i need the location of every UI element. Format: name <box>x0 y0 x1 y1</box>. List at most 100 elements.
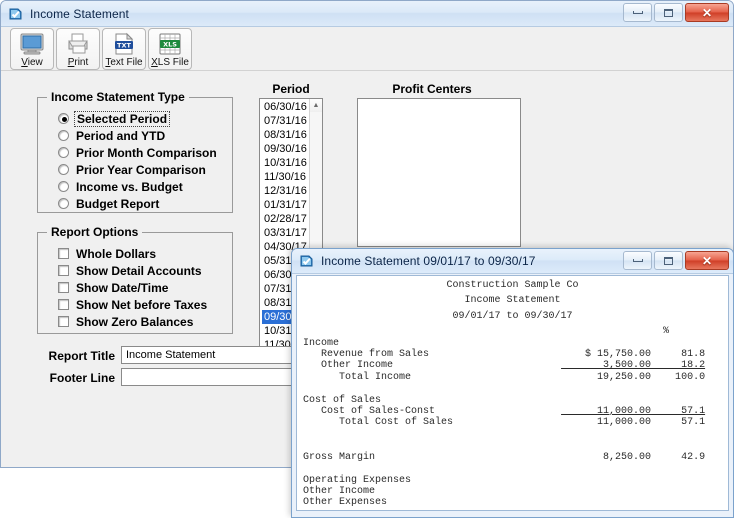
checkbox-show-detail-accounts-label: Show Detail Accounts <box>76 264 202 278</box>
report-line <box>297 509 728 511</box>
report-line <box>297 383 728 394</box>
period-list-item[interactable]: 06/30/16 <box>262 100 309 114</box>
checkbox-show-zero-balances[interactable]: Show Zero Balances <box>58 313 207 330</box>
report-window-title: Income Statement 09/01/17 to 09/30/17 <box>321 254 536 268</box>
period-list-item[interactable]: 10/31/16 <box>262 156 309 170</box>
report-line: Other Income <box>297 486 728 497</box>
checkbox-show-date-time[interactable]: Show Date/Time <box>58 279 207 296</box>
main-window-controls: ✕ <box>623 3 729 22</box>
report-line <box>297 463 728 474</box>
radio-period-and-ytd-indicator[interactable] <box>58 130 69 141</box>
radio-period-and-ytd-label: Period and YTD <box>76 129 165 143</box>
period-list-item[interactable]: 01/31/17 <box>262 198 309 212</box>
footer-line-label: Footer Line <box>45 371 115 385</box>
minimize-icon[interactable] <box>623 251 652 270</box>
checkbox-show-detail-accounts-indicator[interactable] <box>58 265 69 276</box>
radio-prior-year-comparison[interactable]: Prior Year Comparison <box>58 161 217 178</box>
period-list-title: Period <box>259 82 323 96</box>
period-list-item[interactable]: 08/31/16 <box>262 128 309 142</box>
income-statement-type-legend: Income Statement Type <box>47 90 189 104</box>
report-line: Other Expenses <box>297 497 728 508</box>
period-list-item[interactable]: 11/30/16 <box>262 170 309 184</box>
radio-budget-report-label: Budget Report <box>76 197 159 211</box>
radio-income-vs-budget[interactable]: Income vs. Budget <box>58 178 217 195</box>
main-titlebar: Income Statement ✕ <box>1 1 733 27</box>
radio-budget-report-indicator[interactable] <box>58 198 69 209</box>
report-header-name: Income Statement <box>297 291 728 306</box>
report-titlebar: Income Statement 09/01/17 to 09/30/17 ✕ <box>292 249 733 274</box>
report-line: Total Income 19,250.00 100.0 <box>297 372 728 383</box>
radio-prior-year-comparison-indicator[interactable] <box>58 164 69 175</box>
report-line: Revenue from Sales $ 15,750.00 81.8 <box>297 349 728 360</box>
checkbox-show-net-before-taxes-indicator[interactable] <box>58 299 69 310</box>
txt-file-icon: TXT <box>111 31 137 57</box>
minimize-icon[interactable] <box>623 3 652 22</box>
radio-prior-month-comparison[interactable]: Prior Month Comparison <box>58 144 217 161</box>
checkbox-whole-dollars[interactable]: Whole Dollars <box>58 245 207 262</box>
report-header-date-range: 09/01/17 to 09/30/17 <box>297 307 728 322</box>
printer-icon <box>65 31 91 57</box>
profit-centers-listbox[interactable] <box>357 98 521 247</box>
maximize-icon[interactable] <box>654 251 683 270</box>
radio-selected-period-label: Selected Period <box>74 111 170 127</box>
monitor-icon <box>19 31 45 57</box>
checkbox-show-zero-balances-indicator[interactable] <box>58 316 69 327</box>
radio-prior-year-comparison-label: Prior Year Comparison <box>76 163 206 177</box>
checkbox-whole-dollars-indicator[interactable] <box>58 248 69 259</box>
radio-selected-period-indicator[interactable] <box>58 113 69 124</box>
checkbox-whole-dollars-label: Whole Dollars <box>76 247 156 261</box>
radio-selected-period[interactable]: Selected Period <box>58 110 217 127</box>
report-options-list: Whole Dollars Show Detail Accounts Show … <box>58 245 207 330</box>
report-content-area[interactable]: Construction Sample Co Income Statement … <box>296 275 729 511</box>
radio-prior-month-comparison-label: Prior Month Comparison <box>76 146 217 160</box>
checkbox-show-date-time-indicator[interactable] <box>58 282 69 293</box>
report-title-input[interactable] <box>121 346 299 364</box>
report-line: Other Income 3,500.00 18.2 <box>297 360 728 371</box>
radio-prior-month-comparison-indicator[interactable] <box>58 147 69 158</box>
report-line <box>297 440 728 451</box>
profit-centers-items[interactable] <box>358 99 520 246</box>
radio-income-vs-budget-indicator[interactable] <box>58 181 69 192</box>
report-statement-text: % Income Revenue from Sales $ 15,750.00 … <box>297 322 728 511</box>
radio-period-and-ytd[interactable]: Period and YTD <box>58 127 217 144</box>
report-line: Operating Expenses <box>297 475 728 486</box>
income-statement-type-options: Selected Period Period and YTD Prior Mon… <box>58 110 217 212</box>
report-line: Cost of Sales-Const 11,000.00 57.1 <box>297 406 728 417</box>
report-line: Gross Margin 8,250.00 42.9 <box>297 452 728 463</box>
period-list-item[interactable]: 03/31/17 <box>262 226 309 240</box>
print-button-label: Print <box>68 57 89 68</box>
report-options-group: Report Options Whole Dollars Show Detail… <box>37 232 233 334</box>
view-button-label: View <box>21 57 43 68</box>
period-list-item[interactable]: 12/31/16 <box>262 184 309 198</box>
view-button[interactable]: View <box>10 28 54 70</box>
xls-file-button[interactable]: XLS XLS File <box>148 28 192 70</box>
print-button[interactable]: Print <box>56 28 100 70</box>
text-file-button[interactable]: TXT Text File <box>102 28 146 70</box>
close-icon[interactable]: ✕ <box>685 3 729 22</box>
period-list-item[interactable]: 07/31/16 <box>262 114 309 128</box>
checkbox-show-net-before-taxes[interactable]: Show Net before Taxes <box>58 296 207 313</box>
xls-file-button-label: XLS File <box>151 57 189 68</box>
xls-file-icon: XLS <box>157 31 183 57</box>
text-file-button-label: Text File <box>105 57 142 68</box>
report-document-icon <box>8 6 24 22</box>
report-line: Total Cost of Sales 11,000.00 57.1 <box>297 417 728 428</box>
maximize-icon[interactable] <box>654 3 683 22</box>
report-line <box>297 429 728 440</box>
report-preview-window: Income Statement 09/01/17 to 09/30/17 ✕ … <box>291 248 734 518</box>
svg-text:XLS: XLS <box>163 40 177 48</box>
checkbox-show-zero-balances-label: Show Zero Balances <box>76 315 193 329</box>
radio-income-vs-budget-label: Income vs. Budget <box>76 180 183 194</box>
checkbox-show-detail-accounts[interactable]: Show Detail Accounts <box>58 262 207 279</box>
income-statement-type-group: Income Statement Type Selected Period Pe… <box>37 97 233 213</box>
report-line: Income <box>297 338 728 349</box>
radio-budget-report[interactable]: Budget Report <box>58 195 217 212</box>
scroll-up-icon[interactable]: ▲ <box>310 99 322 112</box>
period-list-item[interactable]: 02/28/17 <box>262 212 309 226</box>
toolbar: View Print TXT <box>1 27 733 71</box>
footer-line-input[interactable] <box>121 368 299 386</box>
report-window-controls: ✕ <box>623 251 729 270</box>
svg-text:TXT: TXT <box>117 41 131 49</box>
close-icon[interactable]: ✕ <box>685 251 729 270</box>
period-list-item[interactable]: 09/30/16 <box>262 142 309 156</box>
